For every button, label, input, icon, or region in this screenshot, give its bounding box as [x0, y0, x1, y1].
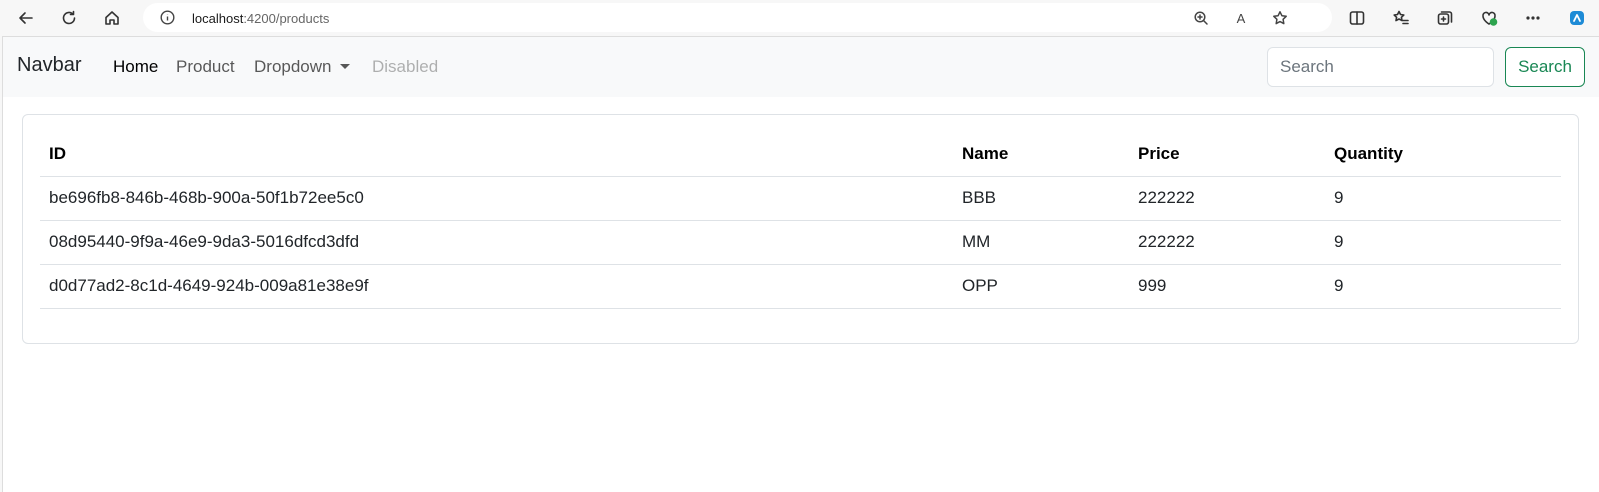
- nav-link-home[interactable]: Home: [113, 57, 158, 77]
- cell-id: be696fb8-846b-468b-900a-50f1b72ee5c0: [40, 176, 953, 221]
- read-aloud-icon[interactable]: A: [1231, 8, 1251, 28]
- column-header-quantity: Quantity: [1325, 133, 1561, 177]
- nav-dropdown-label: Dropdown: [254, 57, 332, 76]
- caret-down-icon: [339, 64, 350, 69]
- cell-price: 222222: [1129, 220, 1325, 265]
- zoom-icon[interactable]: [1191, 8, 1211, 28]
- split-screen-icon[interactable]: [1344, 5, 1370, 31]
- url-host: localhost: [192, 11, 244, 26]
- cell-price: 999: [1129, 264, 1325, 309]
- url-path: :4200/products: [243, 11, 330, 26]
- home-icon[interactable]: [99, 5, 125, 31]
- favorite-star-icon[interactable]: [1270, 8, 1290, 28]
- products-table: ID Name Price Quantity be696fb8-846b-468…: [40, 133, 1561, 309]
- favorites-icon[interactable]: [1388, 5, 1414, 31]
- nav-link-disabled: Disabled: [372, 57, 439, 76]
- cell-name: BBB: [953, 176, 1129, 221]
- copilot-icon[interactable]: [1564, 5, 1590, 31]
- nav-link-product[interactable]: Product: [176, 57, 235, 77]
- more-options-icon[interactable]: [1520, 5, 1546, 31]
- search-button[interactable]: Search: [1505, 47, 1585, 87]
- browser-essentials-icon[interactable]: [1476, 5, 1502, 31]
- url-text: localhost:4200/products: [192, 11, 329, 26]
- browser-toolbar: localhost:4200/products A: [0, 0, 1599, 35]
- site-info-icon[interactable]: [160, 10, 175, 25]
- table-header-row: ID Name Price Quantity: [40, 133, 1561, 177]
- table-row: d0d77ad2-8c1d-4649-924b-009a81e38e9f OPP…: [40, 264, 1561, 309]
- refresh-icon[interactable]: [56, 5, 82, 31]
- products-card: ID Name Price Quantity be696fb8-846b-468…: [22, 114, 1579, 344]
- cell-id: 08d95440-9f9a-46e9-9da3-5016dfcd3dfd: [40, 220, 953, 265]
- cell-id: d0d77ad2-8c1d-4649-924b-009a81e38e9f: [40, 264, 953, 309]
- nav-dropdown-toggle[interactable]: Dropdown: [254, 57, 350, 77]
- cell-name: OPP: [953, 264, 1129, 309]
- collections-icon[interactable]: [1432, 5, 1458, 31]
- cell-quantity: 9: [1325, 220, 1561, 265]
- table-row: be696fb8-846b-468b-900a-50f1b72ee5c0 BBB…: [40, 176, 1561, 221]
- read-aloud-label: A: [1236, 10, 1246, 26]
- column-header-price: Price: [1129, 133, 1325, 177]
- column-header-name: Name: [953, 133, 1129, 177]
- table-row: 08d95440-9f9a-46e9-9da3-5016dfcd3dfd MM …: [40, 220, 1561, 265]
- page-viewport: Navbar Home Product Dropdown Disabled Se…: [2, 36, 1599, 492]
- back-icon[interactable]: [13, 5, 39, 31]
- cell-name: MM: [953, 220, 1129, 265]
- address-bar[interactable]: localhost:4200/products A: [143, 3, 1332, 32]
- cell-quantity: 9: [1325, 176, 1561, 221]
- navbar: Navbar Home Product Dropdown Disabled Se…: [3, 37, 1599, 97]
- search-input[interactable]: [1267, 47, 1494, 87]
- navbar-brand[interactable]: Navbar: [17, 54, 81, 77]
- cell-price: 222222: [1129, 176, 1325, 221]
- cell-quantity: 9: [1325, 264, 1561, 309]
- column-header-id: ID: [40, 133, 953, 177]
